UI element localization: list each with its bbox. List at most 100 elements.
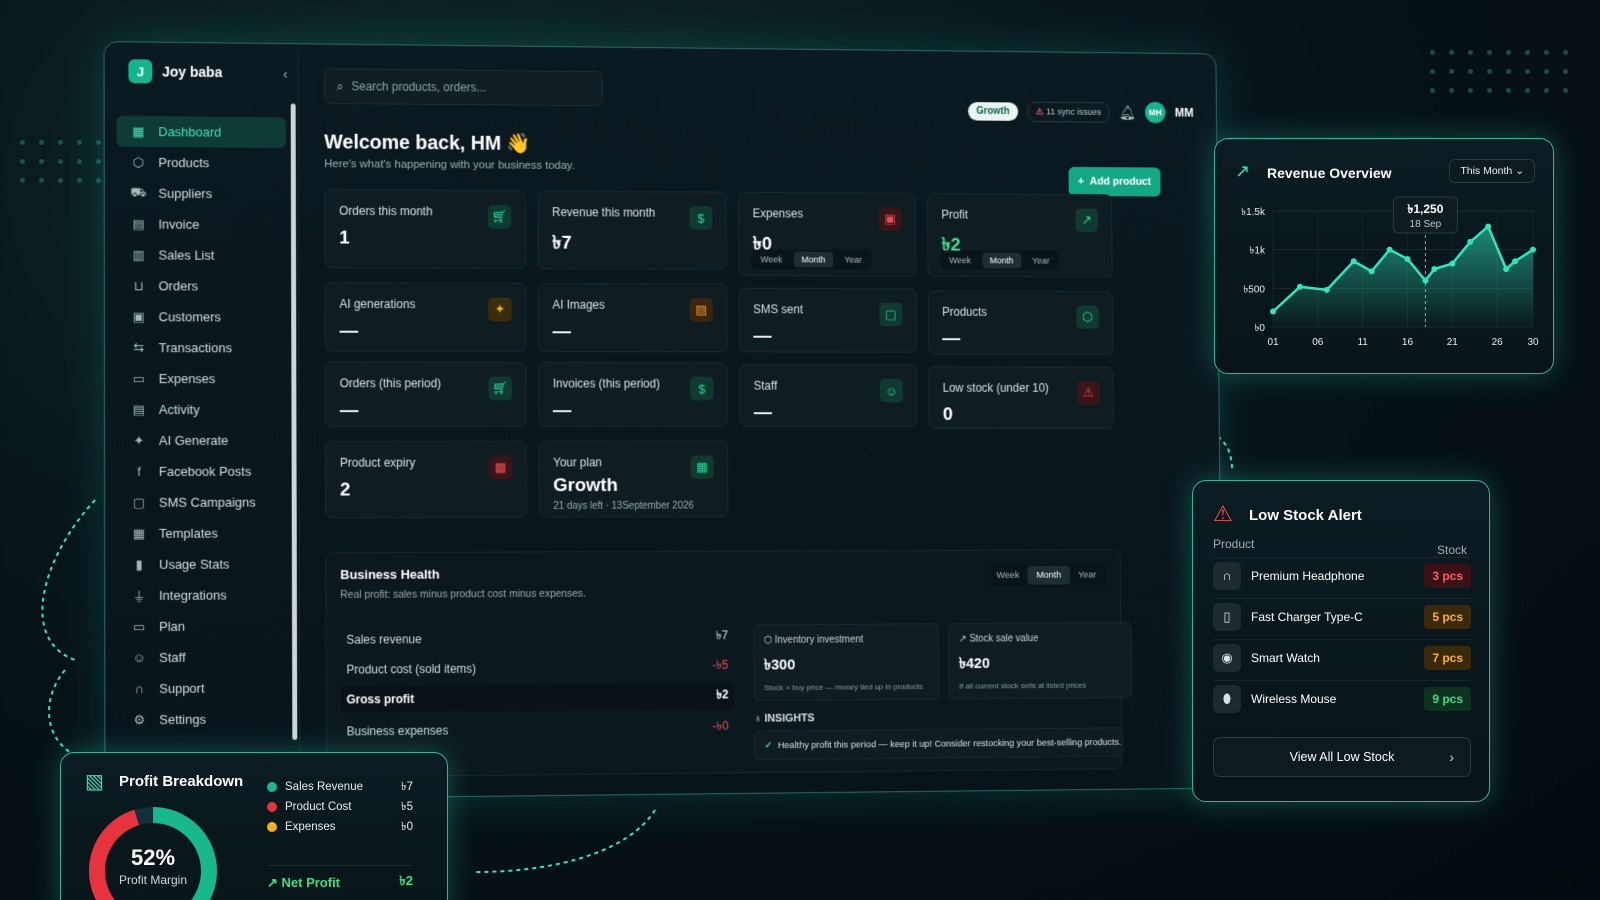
sidebar-item-transactions[interactable]: ⇆ Transactions — [117, 332, 287, 363]
tab-month[interactable]: Month — [793, 251, 834, 268]
low-stock-alert-panel: ⚠ Low Stock Alert Product Stock ∩ Premium… — [1192, 480, 1490, 802]
calendar-icon: ▦ — [488, 455, 513, 480]
tab-year[interactable]: Year — [837, 252, 870, 268]
sidebar-item-customers[interactable]: ▣ Customers — [117, 301, 287, 332]
stat-plan[interactable]: Your plan Growth 21 days left · 13Septem… — [538, 440, 729, 518]
sidebar-item-integrations[interactable]: ⏚ Integrations — [117, 579, 287, 611]
x-tick-label: 11 — [1357, 337, 1368, 348]
tab-month[interactable]: Month — [1027, 565, 1070, 585]
sidebar-item-support[interactable]: ∩ Support — [117, 672, 287, 704]
search-icon: ⌕ — [336, 78, 344, 93]
stat-low-stock[interactable]: Low stock (under 10) 0 ⚠ — [928, 366, 1114, 429]
health-row-product-cost: Product cost (sold items) -৳5 — [340, 654, 734, 683]
tab-year[interactable]: Year — [1070, 566, 1105, 585]
low-stock-row[interactable]: ◉ Smart Watch 7 pcs — [1213, 639, 1471, 675]
bell-icon[interactable]: 🔔︎ — [1119, 104, 1136, 121]
revenue-point — [1404, 255, 1411, 262]
add-product-button[interactable]: + Add product — [1068, 166, 1161, 197]
wallet-icon: ▭ — [132, 370, 145, 386]
search-input[interactable]: ⌕ Search products, orders... — [324, 68, 603, 107]
range-dropdown[interactable]: This Month ⌄ — [1449, 159, 1535, 183]
inventory-title: ⬡ Inventory investment — [764, 634, 929, 645]
sidebar-item-usage-stats[interactable]: ▮ Usage Stats — [117, 548, 287, 580]
plan-badge[interactable]: Growth — [967, 101, 1018, 121]
stat-revenue-month[interactable]: Revenue this month ৳7 $ — [537, 190, 728, 270]
stat-product-expiry[interactable]: Product expiry 2 ▦ — [325, 440, 528, 519]
stock-qty-badge: 7 pcs — [1424, 645, 1471, 670]
tab-year[interactable]: Year — [1025, 253, 1057, 269]
net-profit-value: ৳2 — [399, 873, 413, 888]
stat-products[interactable]: Products — ⬡ — [927, 290, 1114, 356]
sparkle-icon: ✦ — [133, 432, 145, 448]
legend-product-cost: Product Cost ৳5 — [267, 797, 413, 817]
stat-ai-images[interactable]: AI Images — ▨ — [537, 282, 728, 353]
warning-icon: ⚠ — [1213, 501, 1233, 526]
low-stock-row[interactable]: ▯ Fast Charger Type-C 5 pcs — [1213, 598, 1471, 634]
stat-orders-period[interactable]: Orders (this period) — 🛒︎ — [324, 361, 527, 427]
range-value: This Month — [1460, 165, 1513, 177]
cart-icon: ⊔ — [133, 277, 144, 293]
low-stock-row[interactable]: ⬮ Wireless Mouse 9 pcs — [1213, 680, 1471, 716]
col-product: Product — [1213, 537, 1255, 551]
insights-title-text: INSIGHTS — [764, 712, 815, 725]
sidebar-item-label: SMS Campaigns — [158, 494, 256, 510]
add-product-label: Add product — [1089, 175, 1152, 188]
sidebar-scrollbar[interactable] — [290, 103, 298, 740]
stat-expenses[interactable]: Expenses ৳0 ▣ Week Month Year — [738, 191, 917, 277]
tab-week[interactable]: Week — [942, 252, 979, 268]
users-icon: ☺ — [879, 378, 903, 403]
stat-profit[interactable]: Profit ৳2 ↗ Week Month Year — [927, 193, 1113, 278]
user-name[interactable]: MM — [1175, 106, 1194, 120]
stat-ai-generations[interactable]: AI generations — ✦ — [324, 282, 527, 352]
sidebar-item-label: Support — [159, 680, 205, 697]
sidebar-item-sales-list[interactable]: ▥ Sales List — [117, 239, 286, 271]
sidebar-item-suppliers[interactable]: ⛟ Suppliers — [117, 178, 286, 210]
stat-sms-sent[interactable]: SMS sent — ▢ — [738, 287, 917, 353]
expenses-period-tabs: Week Month Year — [750, 249, 872, 270]
stat-invoices-period[interactable]: Invoices (this period) — $ — [538, 361, 728, 427]
low-stock-title: Low Stock Alert — [1249, 507, 1362, 524]
sidebar-item-expenses[interactable]: ▭ Expenses — [117, 363, 287, 394]
x-tick-label: 30 — [1527, 337, 1539, 348]
tab-week[interactable]: Week — [988, 566, 1028, 585]
sidebar-nav: ▦ Dashboard ⬡ Products ⛟ Suppliers ▤ Invoice ▥ Sa… — [116, 115, 288, 736]
charger-icon: ▯ — [1213, 602, 1241, 631]
sidebar-item-settings[interactable]: ⚙ Settings — [117, 703, 287, 736]
stat-value: — — [753, 402, 773, 423]
avatar[interactable]: MH — [1144, 101, 1166, 124]
tab-week[interactable]: Week — [753, 251, 790, 267]
sidebar-item-label: Customers — [158, 309, 221, 325]
warning-icon: ⚠ — [1035, 106, 1044, 116]
stat-staff[interactable]: Staff — ☺ — [739, 364, 918, 427]
sidebar-item-ai-generate[interactable]: ✦ AI Generate — [117, 425, 287, 456]
sidebar-item-templates[interactable]: ▦ Templates — [117, 518, 287, 550]
sidebar-item-activity[interactable]: ▤ Activity — [117, 394, 287, 425]
tab-month[interactable]: Month — [982, 252, 1022, 269]
sidebar-item-sms-campaigns[interactable]: ▢ SMS Campaigns — [117, 487, 287, 518]
row-value: ৳2 — [716, 687, 729, 702]
view-all-low-stock-button[interactable]: View All Low Stock › — [1213, 737, 1471, 777]
revenue-point — [1386, 246, 1393, 253]
net-profit-label: Net Profit — [281, 875, 341, 890]
sidebar-item-invoice[interactable]: ▤ Invoice — [117, 208, 286, 240]
chart-icon: ▧ — [85, 771, 104, 793]
sidebar-item-orders[interactable]: ⊔ Orders — [117, 270, 287, 302]
sidebar-item-facebook-posts[interactable]: f Facebook Posts — [117, 456, 287, 487]
stock-qty-badge: 9 pcs — [1424, 686, 1471, 711]
sync-issues-badge[interactable]: ⚠ 11 sync issues — [1027, 101, 1110, 123]
sidebar-item-products[interactable]: ⬡ Products — [117, 147, 286, 179]
list-icon: ▥ — [132, 246, 145, 262]
low-stock-row[interactable]: ∩ Premium Headphone 3 pcs — [1213, 557, 1471, 593]
cube-icon: ⬡ — [132, 154, 145, 170]
sidebar-item-dashboard[interactable]: ▦ Dashboard — [116, 115, 286, 149]
stat-orders-month[interactable]: Orders this month 1 🛒︎ — [324, 188, 527, 270]
sidebar-item-staff[interactable]: ☺ Staff — [117, 641, 287, 673]
mouse-icon: ⬮ — [1213, 684, 1241, 713]
business-health-panel: Business Health Real profit: sales minus… — [325, 549, 1133, 778]
collapse-sidebar-icon[interactable]: ‹ — [283, 66, 288, 82]
sidebar-item-plan[interactable]: ▭ Plan — [117, 610, 287, 642]
revenue-point — [1368, 268, 1375, 275]
revenue-point — [1512, 258, 1519, 265]
stock-sale-desc: If all current stock sells at listed pri… — [959, 680, 1087, 691]
brand[interactable]: J Joy baba — [128, 56, 285, 87]
